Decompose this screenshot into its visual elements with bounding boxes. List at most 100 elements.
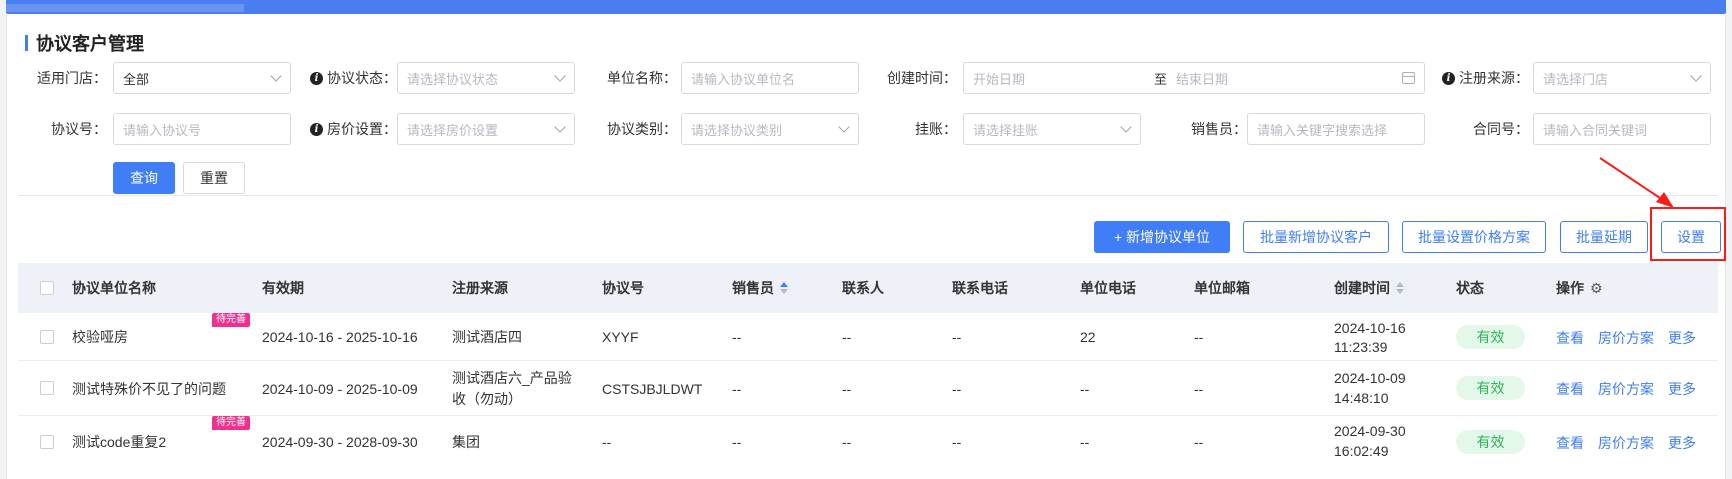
price-plan-link[interactable]: 房价方案	[1598, 328, 1654, 348]
col-validity: 有效期	[262, 280, 304, 296]
view-link[interactable]: 查看	[1556, 379, 1584, 399]
cell-salesperson: --	[732, 329, 742, 345]
sort-icon[interactable]	[780, 281, 788, 295]
col-contact-phone: 联系电话	[952, 280, 1008, 296]
pending-tag: 待完善	[212, 313, 250, 327]
cell-protocol-no: XYYF	[602, 329, 639, 345]
batch-price-plan-button[interactable]: 批量设置价格方案	[1402, 221, 1546, 253]
row-checkbox[interactable]	[40, 435, 54, 449]
store-select[interactable]: 全部	[113, 62, 291, 94]
contract-no-input[interactable]: 请输入合同关键词	[1533, 113, 1711, 145]
view-link[interactable]: 查看	[1556, 433, 1584, 453]
filter-status-label: 协议状态：	[327, 70, 397, 86]
batch-extend-button[interactable]: 批量延期	[1560, 221, 1648, 253]
cell-unit-email: --	[1194, 380, 1204, 397]
col-created-label: 创建时间	[1334, 280, 1390, 296]
cell-name: 测试code重复2	[72, 434, 167, 450]
cell-protocol-no: --	[602, 434, 612, 450]
col-salesperson-label: 销售员	[732, 280, 774, 296]
more-link[interactable]: 更多	[1668, 379, 1696, 399]
cell-contact-phone: --	[952, 434, 962, 450]
chevron-down-icon	[270, 70, 282, 82]
cell-unit-email: --	[1194, 329, 1204, 345]
price-plan-link[interactable]: 房价方案	[1598, 433, 1654, 453]
add-protocol-unit-button[interactable]: + 新增协议单位	[1094, 221, 1230, 253]
gear-icon[interactable]: ⚙	[1590, 280, 1603, 297]
protocol-type-select[interactable]: 请选择协议类别	[681, 113, 859, 145]
protocol-no-input[interactable]: 请输入协议号	[113, 113, 291, 145]
row-checkbox[interactable]	[40, 381, 54, 395]
cell-validity: 2024-10-16 - 2025-10-16	[262, 329, 418, 345]
filter-protocol-type-label-wrap: 协议类别：	[587, 112, 677, 146]
table-row[interactable]: 测试code重复2 待完善 2024-09-30 - 2028-09-30 集团…	[18, 416, 1718, 468]
cell-created-time: 11:23:39	[1334, 339, 1388, 355]
filter-source-label: 注册来源：	[1459, 70, 1529, 86]
table-row[interactable]: 测试特殊价不见了的问题 2024-10-09 - 2025-10-09 测试酒店…	[18, 361, 1718, 416]
filter-credit-label-wrap: 挂账：	[867, 112, 957, 146]
filter-salesperson-label: 销售员：	[1191, 121, 1247, 137]
col-unit-email: 单位邮箱	[1194, 280, 1250, 296]
col-created[interactable]: 创建时间	[1334, 263, 1404, 313]
cell-contact: --	[842, 434, 852, 450]
filter-source-label-wrap: i 注册来源：	[1437, 61, 1529, 95]
cell-contact-phone: --	[952, 329, 962, 345]
top-accent-segment	[6, 4, 244, 12]
row-checkbox[interactable]	[40, 330, 54, 344]
cell-created-time: 16:02:49	[1334, 443, 1389, 459]
filter-protocol-no-label: 协议号：	[51, 121, 107, 137]
credit-placeholder: 请选择挂账	[973, 122, 1039, 138]
more-link[interactable]: 更多	[1668, 433, 1696, 453]
calendar-icon	[1402, 72, 1415, 84]
col-unit-phone: 单位电话	[1080, 280, 1136, 296]
info-icon: i	[310, 122, 323, 136]
filter-protocol-no-label-wrap: 协议号：	[7, 112, 107, 146]
room-price-placeholder: 请选择房价设置	[407, 122, 499, 138]
filter-unit-name-label-wrap: 单位名称：	[587, 61, 677, 95]
store-select-value: 全部	[123, 71, 150, 87]
chevron-down-icon	[554, 121, 566, 133]
pending-tag: 待完善	[212, 416, 250, 430]
highlight-box	[1650, 207, 1726, 261]
filter-store-label-wrap: 适用门店：	[7, 61, 107, 95]
col-salesperson[interactable]: 销售员	[732, 263, 788, 313]
cell-validity: 2024-10-09 - 2025-10-09	[262, 380, 418, 397]
price-plan-link[interactable]: 房价方案	[1598, 379, 1654, 399]
room-price-select[interactable]: 请选择房价设置	[397, 113, 575, 145]
reset-button[interactable]: 重置	[183, 162, 245, 194]
cell-validity: 2024-09-30 - 2028-09-30	[262, 434, 418, 450]
col-ops-label: 操作	[1556, 280, 1584, 296]
table-row[interactable]: 校验哑房 待完善 2024-10-16 - 2025-10-16 测试酒店四 X…	[18, 313, 1718, 361]
unit-name-placeholder: 请输入协议单位名	[691, 71, 796, 87]
select-all-checkbox[interactable]	[40, 281, 54, 295]
view-link[interactable]: 查看	[1556, 328, 1584, 348]
unit-name-input[interactable]: 请输入协议单位名	[681, 62, 859, 94]
credit-select[interactable]: 请选择挂账	[963, 113, 1141, 145]
batch-add-customers-button[interactable]: 批量新增协议客户	[1243, 221, 1389, 253]
col-contact: 联系人	[842, 280, 884, 296]
col-name: 协议单位名称	[72, 280, 156, 296]
filter-contract-label-wrap: 合同号：	[1439, 112, 1529, 146]
create-time-range[interactable]: 开始日期 至 结束日期	[963, 62, 1425, 94]
filter-protocol-type-label: 协议类别：	[607, 121, 677, 137]
cell-contact: --	[842, 380, 852, 397]
cell-created-date: 2024-09-30	[1334, 423, 1406, 439]
salesperson-input[interactable]: 请输入关键字搜索选择	[1247, 113, 1425, 145]
filter-unit-name-label: 单位名称：	[607, 70, 677, 86]
more-link[interactable]: 更多	[1668, 328, 1696, 348]
cell-created-date: 2024-10-16	[1334, 320, 1406, 336]
info-icon: i	[1442, 71, 1455, 85]
cell-unit-phone: 22	[1080, 329, 1096, 345]
cell-unit-phone: --	[1080, 434, 1090, 450]
protocol-type-placeholder: 请选择协议类别	[691, 122, 783, 138]
col-source: 注册来源	[452, 280, 508, 296]
start-date-placeholder: 开始日期	[973, 71, 1026, 87]
status-badge: 有效	[1456, 430, 1525, 454]
chevron-down-icon	[838, 121, 850, 133]
contract-no-placeholder: 请输入合同关键词	[1543, 122, 1648, 138]
protocol-status-select[interactable]: 请选择协议状态	[397, 62, 575, 94]
filter-contract-label: 合同号：	[1473, 121, 1529, 137]
register-source-select[interactable]: 请选择门店	[1533, 62, 1711, 94]
query-button[interactable]: 查询	[113, 162, 175, 194]
sort-icon[interactable]	[1396, 281, 1404, 295]
col-ops: 操作 ⚙	[1556, 263, 1603, 313]
